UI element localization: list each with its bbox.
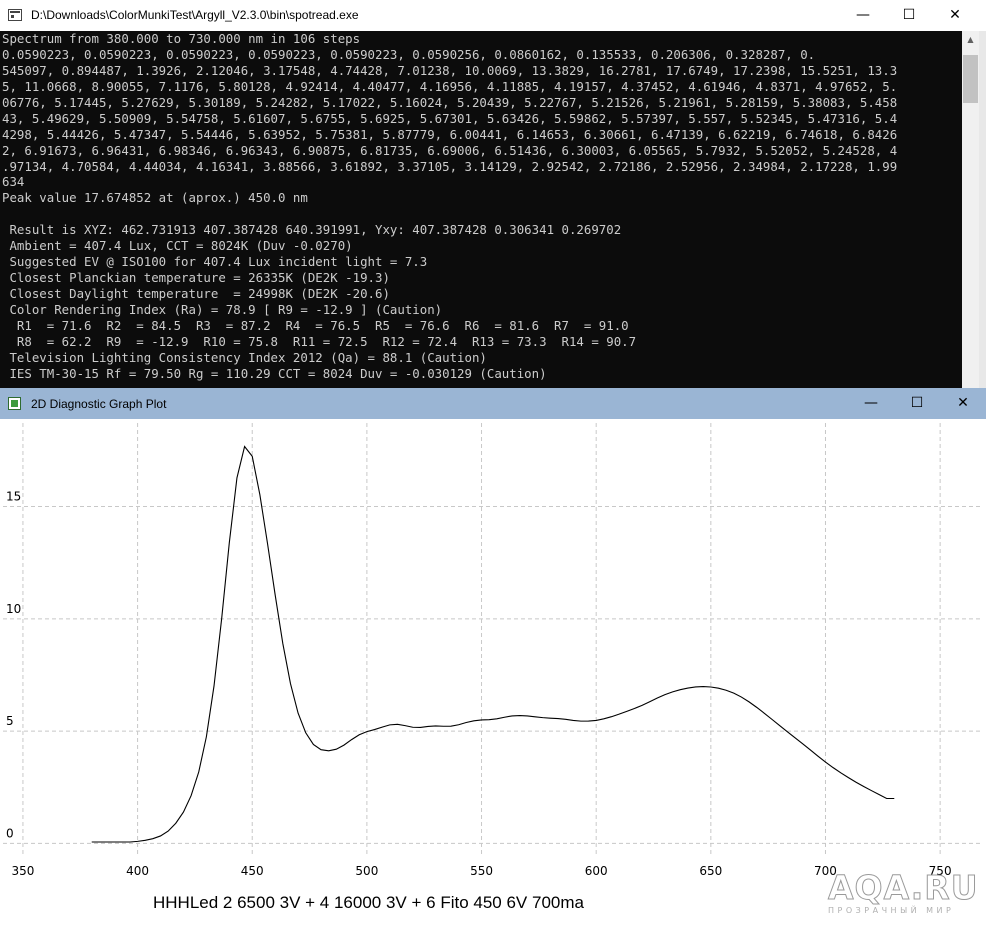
y-tick-label: 10 (6, 602, 21, 616)
x-tick-label: 400 (126, 864, 149, 878)
graph-minimize-button[interactable]: — (848, 388, 894, 419)
console-line: 2, 6.91673, 6.96431, 6.98346, 6.96343, 6… (2, 142, 898, 158)
watermark-tagline: ПРОЗРАЧНЫЙ МИР (828, 906, 955, 915)
console-window-title: D:\Downloads\ColorMunkiTest\Argyll_V2.3.… (31, 8, 359, 22)
graph-app-icon (8, 397, 21, 410)
window-border (979, 31, 986, 388)
caption-text: HHHLed 2 6500 3V + 4 16000 3V + 6 Fito 4… (153, 893, 584, 912)
x-tick-label: 350 (11, 864, 34, 878)
console-line: Color Rendering Index (Ra) = 78.9 [ R9 =… (2, 301, 443, 317)
close-button[interactable]: ✕ (932, 0, 978, 31)
console-line: Closest Planckian temperature = 26335K (… (2, 270, 390, 286)
console-line: 4298, 5.44426, 5.47347, 5.54446, 5.63952… (2, 126, 898, 142)
x-tick-label: 600 (585, 864, 608, 878)
x-tick-label: 650 (699, 864, 722, 878)
console-line: Peak value 17.674852 at (aprox.) 450.0 n… (2, 190, 308, 206)
console-line: Suggested EV @ ISO100 for 407.4 Lux inci… (2, 254, 428, 270)
console-line: Television Lighting Consistency Index 20… (2, 349, 487, 365)
graph-close-button[interactable]: ✕ (940, 388, 986, 419)
scrollbar-thumb[interactable] (963, 55, 978, 103)
console-line: Spectrum from 380.000 to 730.000 nm in 1… (2, 31, 361, 46)
y-tick-label: 15 (6, 490, 21, 504)
console-app-icon (8, 9, 22, 21)
graph-window: 2D Diagnostic Graph Plot — ☐ ✕ 350 400 450… (0, 388, 986, 879)
console-line: IES TM-30-15 Rf = 79.50 Rg = 110.29 CCT … (2, 365, 547, 381)
spectrum-series-line (91, 445, 895, 843)
x-tick-label: 550 (470, 864, 493, 878)
console-line: Closest Daylight temperature = 24998K (D… (2, 286, 390, 301)
console-window: D:\Downloads\ColorMunkiTest\Argyll_V2.3.… (0, 0, 986, 388)
console-line: 5, 11.0668, 8.90055, 7.1176, 5.80128, 4.… (2, 78, 898, 94)
console-titlebar[interactable]: D:\Downloads\ColorMunkiTest\Argyll_V2.3.… (0, 0, 986, 31)
console-line: R1 = 71.6 R2 = 84.5 R3 = 87.2 R4 = 76.5 … (2, 317, 629, 333)
graph-window-title: 2D Diagnostic Graph Plot (31, 397, 167, 411)
console-line: .97134, 4.70584, 4.44034, 4.16341, 3.885… (2, 158, 898, 174)
watermark-text: AQA.RU (828, 868, 979, 908)
maximize-button[interactable]: ☐ (886, 0, 932, 31)
x-tick-label: 450 (241, 864, 264, 878)
minimize-button[interactable]: — (840, 0, 886, 31)
console-line: 43, 5.49629, 5.50909, 5.54758, 5.61607, … (2, 110, 898, 126)
console-output[interactable]: Spectrum from 380.000 to 730.000 nm in 1… (0, 31, 962, 388)
spectrum-plot: 350 400 450 500 550 600 650 700 750051015 (3, 423, 983, 878)
console-scrollbar[interactable]: ▲ (962, 31, 979, 388)
console-line: 0.0590223, 0.0590223, 0.0590223, 0.05902… (2, 46, 816, 62)
scroll-up-arrow-icon[interactable]: ▲ (962, 31, 979, 48)
graph-maximize-button[interactable]: ☐ (894, 388, 940, 419)
graph-titlebar[interactable]: 2D Diagnostic Graph Plot — ☐ ✕ (0, 388, 986, 419)
console-line: R8 = 62.2 R9 = -12.9 R10 = 75.8 R11 = 72… (2, 333, 637, 349)
console-line: 06776, 5.17445, 5.27629, 5.30189, 5.2428… (2, 94, 898, 110)
watermark-logo: AQA.RU ПРОЗРАЧНЫЙ МИР (828, 868, 978, 920)
console-line: Ambient = 407.4 Lux, CCT = 8024K (Duv -0… (2, 238, 353, 254)
y-tick-label: 5 (6, 714, 14, 728)
x-tick-label: 500 (355, 864, 378, 878)
console-line: 634 (2, 174, 25, 190)
console-line: Result is XYZ: 462.731913 407.387428 640… (2, 222, 622, 238)
console-line: 545097, 0.894487, 1.3926, 2.12046, 3.175… (2, 62, 898, 78)
y-tick-label: 0 (6, 826, 14, 840)
